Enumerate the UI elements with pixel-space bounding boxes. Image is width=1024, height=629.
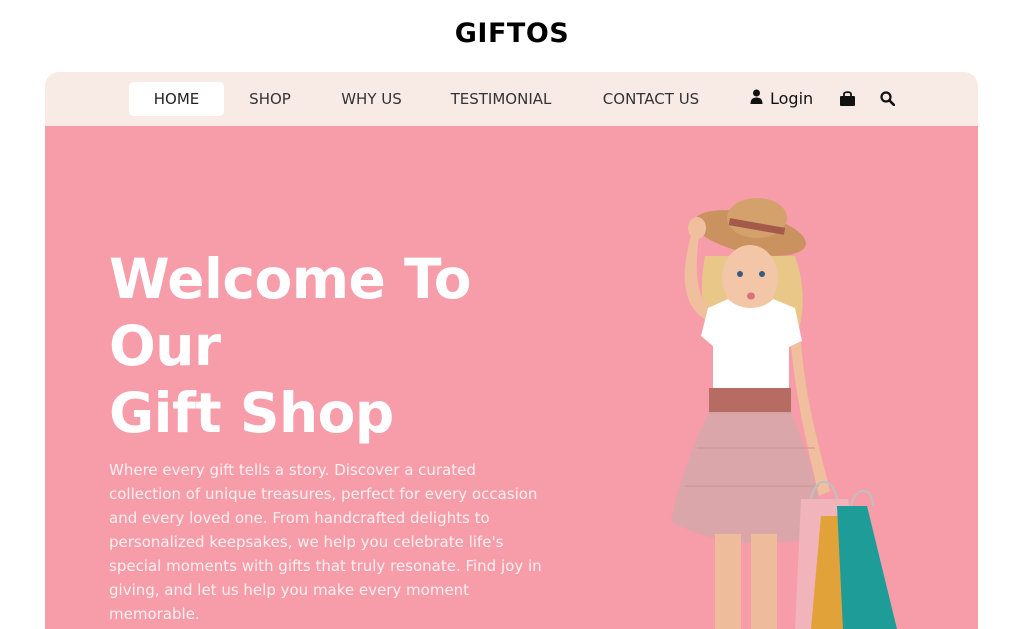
search-icon[interactable] [880,91,896,110]
login-label: Login [770,89,814,108]
brand-logo[interactable]: GIFTOS [0,18,1024,49]
hero-girl-image [671,198,897,629]
hero-title: Welcome To Our Gift Shop [109,246,529,447]
hero-title-line-3: Gift Shop [109,381,394,445]
hero-section: Welcome To Our Gift Shop Where every gif… [45,126,978,629]
hero-description: Where every gift tells a story. Discover… [109,461,542,623]
nav-shop[interactable]: SHOP [240,82,300,116]
nav-why-us[interactable]: WHY US [334,82,409,116]
nav-testimonial[interactable]: TESTIMONIAL [445,82,557,116]
hero-title-line-2: Our [109,314,221,378]
user-icon [750,82,763,116]
main-navigation: HOME SHOP WHY US TESTIMONIAL CONTACT US … [45,72,978,126]
login-link[interactable]: Login [750,82,813,116]
nav-contact-us[interactable]: CONTACT US [593,82,709,116]
hero-title-line-1: Welcome To [109,247,472,311]
shopping-bag-icon[interactable] [839,90,856,111]
nav-home[interactable]: HOME [129,82,224,116]
